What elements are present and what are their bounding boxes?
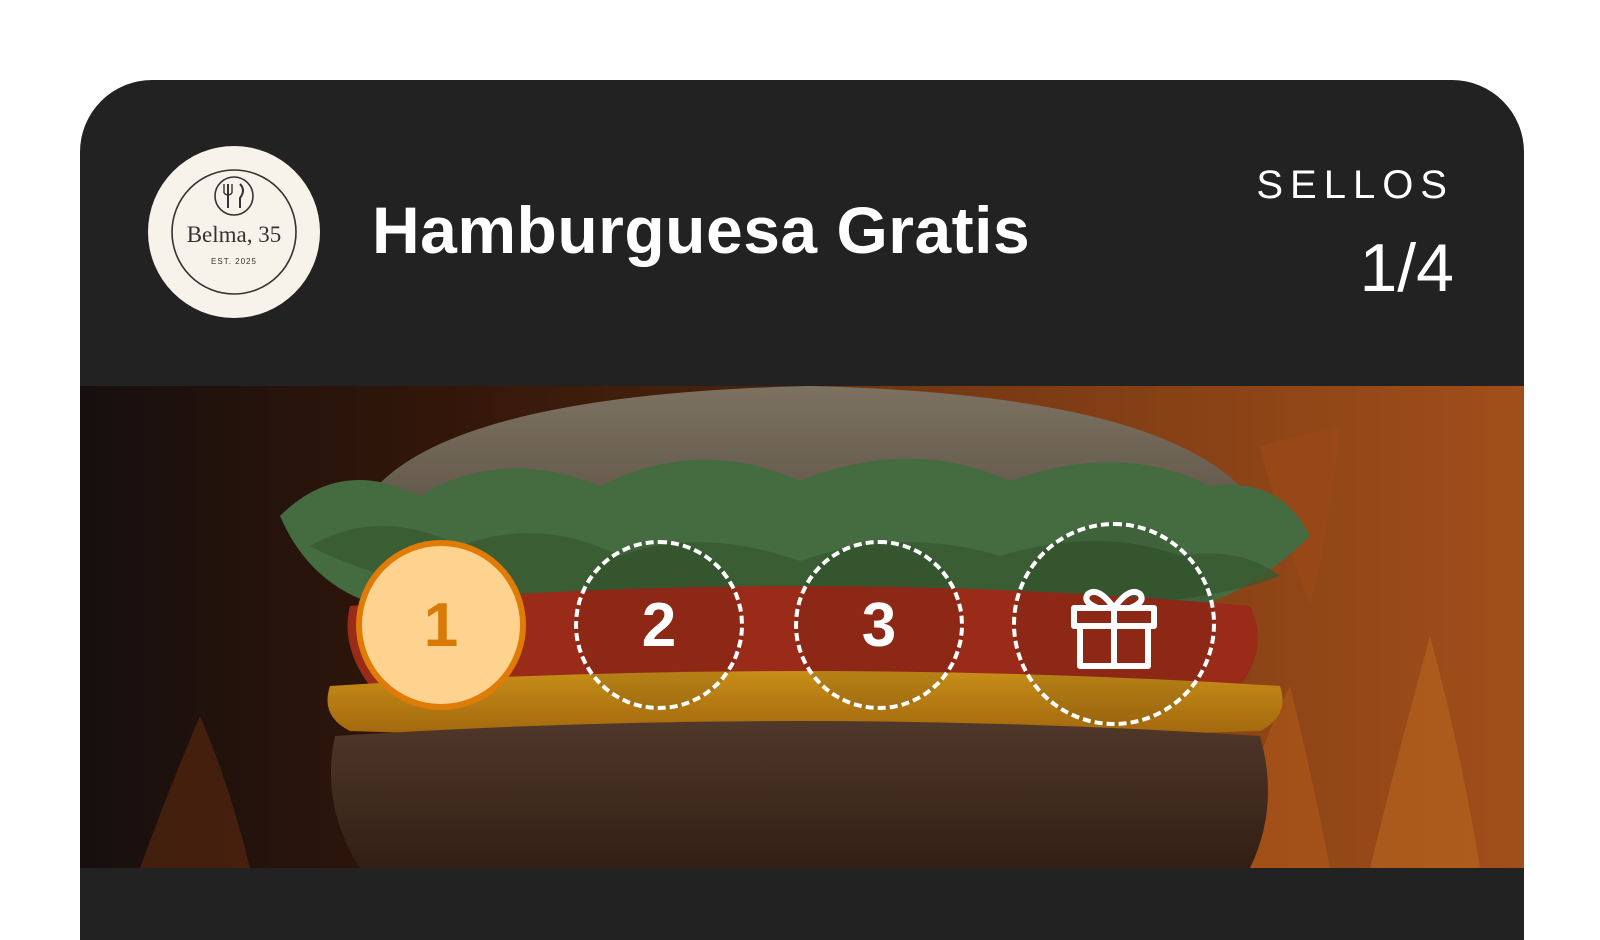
stamps-count: 1/4 [1359, 230, 1454, 306]
stamps-label: SELLOS [1256, 163, 1454, 207]
stamp-reward [1012, 522, 1216, 726]
stamp-2-label: 2 [641, 590, 677, 660]
card-footer [80, 868, 1524, 940]
brand-logo: Belma, 35 EST. 2025 [148, 146, 320, 318]
loyalty-card: Belma, 35 EST. 2025 Hamburguesa Gratis S… [80, 80, 1524, 940]
card-header: Belma, 35 EST. 2025 Hamburguesa Gratis S… [80, 80, 1524, 386]
card-title: Hamburguesa Gratis [372, 193, 1031, 267]
stamp-3: 3 [794, 540, 964, 710]
gift-icon [1071, 588, 1157, 669]
logo-subtitle: EST. 2025 [211, 257, 257, 266]
fork-knife-icon [214, 176, 254, 216]
hero-image: 1 2 3 [80, 386, 1524, 868]
stamp-3-label: 3 [861, 590, 897, 660]
stamp-1: 1 [356, 540, 526, 710]
stamp-2: 2 [574, 540, 744, 710]
logo-name: Belma, 35 [187, 222, 282, 247]
stamp-1-label: 1 [423, 590, 459, 660]
